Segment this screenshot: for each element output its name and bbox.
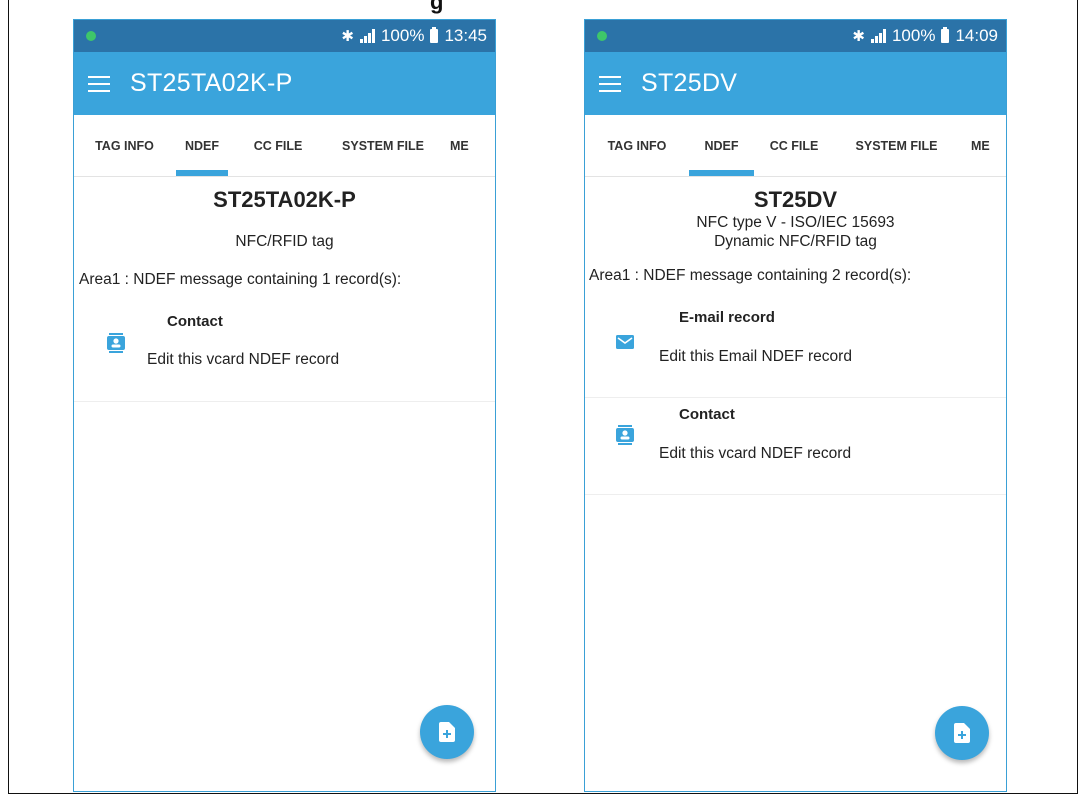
- app-bar: ST25DV: [585, 52, 1006, 115]
- tag-description: Dynamic NFC/RFID tag: [714, 233, 877, 250]
- tab-ndef[interactable]: NDEF: [689, 115, 754, 176]
- status-bar: ✱ 100% 14:09: [585, 20, 1006, 52]
- status-bar: ✱ 100% 13:45: [74, 20, 495, 52]
- tag-type: NFC type V - ISO/IEC 15693: [696, 214, 895, 231]
- add-file-icon: [439, 722, 455, 742]
- ndef-record-contact[interactable]: Contact Edit this vcard NDEF record: [74, 305, 495, 402]
- tag-name: ST25TA02K-P: [213, 187, 356, 212]
- phone-screen-right: ✱ 100% 14:09 ST25DV TAG INFO NDEF CC FIL…: [584, 19, 1007, 792]
- hamburger-menu-icon[interactable]: [599, 75, 621, 92]
- record-description: Edit this Email NDEF record: [659, 348, 852, 365]
- notification-dot-icon: [86, 31, 96, 41]
- record-description: Edit this vcard NDEF record: [659, 445, 852, 462]
- notification-dot-icon: [597, 31, 607, 41]
- hamburger-menu-icon[interactable]: [88, 75, 110, 92]
- add-record-button[interactable]: [420, 705, 474, 759]
- signal-icon: [359, 29, 375, 43]
- area-summary: Area1 : NDEF message containing 2 record…: [589, 267, 912, 284]
- status-time: 13:45: [444, 26, 487, 45]
- app-title: ST25DV: [641, 69, 738, 97]
- tag-name: ST25DV: [753, 187, 838, 212]
- record-title: Contact: [167, 313, 223, 330]
- tab-ndef[interactable]: NDEF: [176, 115, 228, 176]
- phone-screen-left: ✱ 100% 13:45 ST25TA02K-P TAG INFO NDEF C…: [73, 19, 496, 792]
- tab-memory-cut[interactable]: ME: [959, 115, 1006, 176]
- tab-system-file[interactable]: SYSTEM FILE: [328, 115, 438, 176]
- tab-tag-info[interactable]: TAG INFO: [585, 115, 689, 176]
- status-time: 14:09: [955, 26, 998, 45]
- tab-cc-file[interactable]: CC FILE: [754, 115, 834, 176]
- app-title: ST25TA02K-P: [130, 69, 293, 97]
- ndef-record-contact[interactable]: Contact Edit this vcard NDEF record: [585, 398, 1006, 495]
- tab-memory-cut[interactable]: ME: [438, 115, 490, 176]
- email-icon: [616, 335, 634, 349]
- battery-icon: [430, 27, 439, 43]
- tab-system-file[interactable]: SYSTEM FILE: [834, 115, 959, 176]
- bluetooth-icon: ✱: [852, 28, 865, 45]
- app-bar: ST25TA02K-P: [74, 52, 495, 115]
- contact-card-icon: [616, 425, 634, 445]
- tab-tag-info[interactable]: TAG INFO: [74, 115, 175, 176]
- cut-off-heading: g: [430, 0, 444, 14]
- ndef-record-email[interactable]: E-mail record Edit this Email NDEF recor…: [585, 301, 1006, 398]
- tab-cc-file[interactable]: CC FILE: [228, 115, 328, 176]
- ndef-content: ST25DV NFC type V - ISO/IEC 15693 Dynami…: [585, 177, 1006, 495]
- record-title: E-mail record: [679, 309, 775, 326]
- tag-description: NFC/RFID tag: [235, 233, 334, 250]
- record-description: Edit this vcard NDEF record: [147, 351, 340, 368]
- record-title: Contact: [679, 406, 735, 423]
- add-record-button[interactable]: [935, 706, 989, 760]
- battery-level: 100%: [891, 26, 936, 45]
- signal-icon: [870, 29, 886, 43]
- bluetooth-icon: ✱: [341, 28, 354, 45]
- ndef-content: ST25TA02K-P NFC/RFID tag Area1 : NDEF me…: [74, 177, 495, 402]
- tab-bar: TAG INFO NDEF CC FILE SYSTEM FILE ME: [74, 115, 495, 177]
- add-file-icon: [954, 723, 970, 743]
- tab-bar: TAG INFO NDEF CC FILE SYSTEM FILE ME: [585, 115, 1006, 177]
- battery-icon: [941, 27, 950, 43]
- contact-card-icon: [107, 333, 125, 353]
- battery-level: 100%: [380, 26, 425, 45]
- area-summary: Area1 : NDEF message containing 1 record…: [79, 271, 402, 288]
